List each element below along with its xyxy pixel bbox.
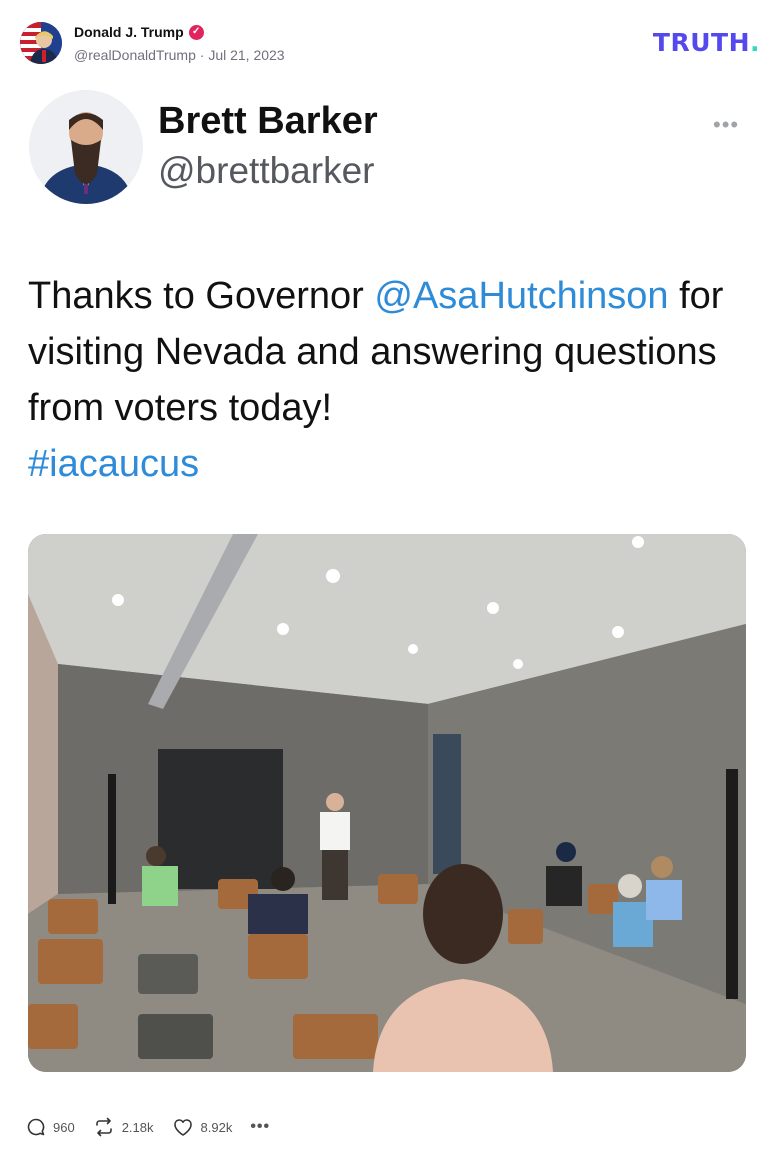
- reply-count: 960: [53, 1119, 75, 1135]
- reply-button[interactable]: 960: [26, 1117, 75, 1137]
- verified-check-icon: ✓: [188, 24, 204, 40]
- logo-dot: .: [750, 28, 760, 57]
- tweet-author-handle: @brettbarker: [158, 150, 375, 191]
- like-button[interactable]: 8.92k: [172, 1117, 233, 1137]
- retruth-icon: [95, 1117, 112, 1137]
- tweet-author-avatar: [29, 90, 143, 204]
- retruth-count: 2.18k: [121, 1119, 154, 1135]
- more-options-icon: •••: [250, 1118, 271, 1135]
- tweet-more-icon: •••: [713, 112, 740, 137]
- author-avatar[interactable]: [20, 22, 62, 64]
- retruth-button[interactable]: 2.18k: [93, 1117, 154, 1137]
- post-header: Donald J. Trump ✓ @realDonaldTrump · Jul…: [20, 20, 760, 64]
- truth-logo[interactable]: TRUTH.: [653, 28, 760, 57]
- event-photo: [28, 534, 746, 1072]
- tweet-mention: @AsaHutchinson: [374, 275, 669, 317]
- post-date[interactable]: Jul 21, 2023: [208, 47, 284, 63]
- like-count: 8.92k: [200, 1119, 233, 1135]
- author-name-row[interactable]: Donald J. Trump ✓: [74, 24, 204, 40]
- reply-icon: [27, 1118, 45, 1136]
- post-meta: @realDonaldTrump · Jul 21, 2023: [74, 47, 285, 63]
- logo-text: TRUTH: [652, 28, 750, 57]
- tweet-author-name: Brett Barker: [158, 100, 378, 142]
- post-action-bar: 960 2.18k 8.92k •••: [26, 1115, 288, 1139]
- author-handle[interactable]: @realDonaldTrump: [74, 47, 196, 63]
- tweet-text-part: Thanks to Governor: [28, 275, 375, 317]
- tweet-hashtag: #iacaucus: [28, 443, 200, 485]
- heart-icon: [173, 1119, 192, 1136]
- author-name[interactable]: Donald J. Trump: [74, 24, 184, 40]
- embedded-tweet-image[interactable]: Brett Barker @brettbarker ••• Thanks to …: [20, 78, 758, 1094]
- more-options-button[interactable]: •••: [250, 1118, 270, 1136]
- tweet-text: Thanks to Governor @AsaHutchinson for vi…: [28, 268, 743, 492]
